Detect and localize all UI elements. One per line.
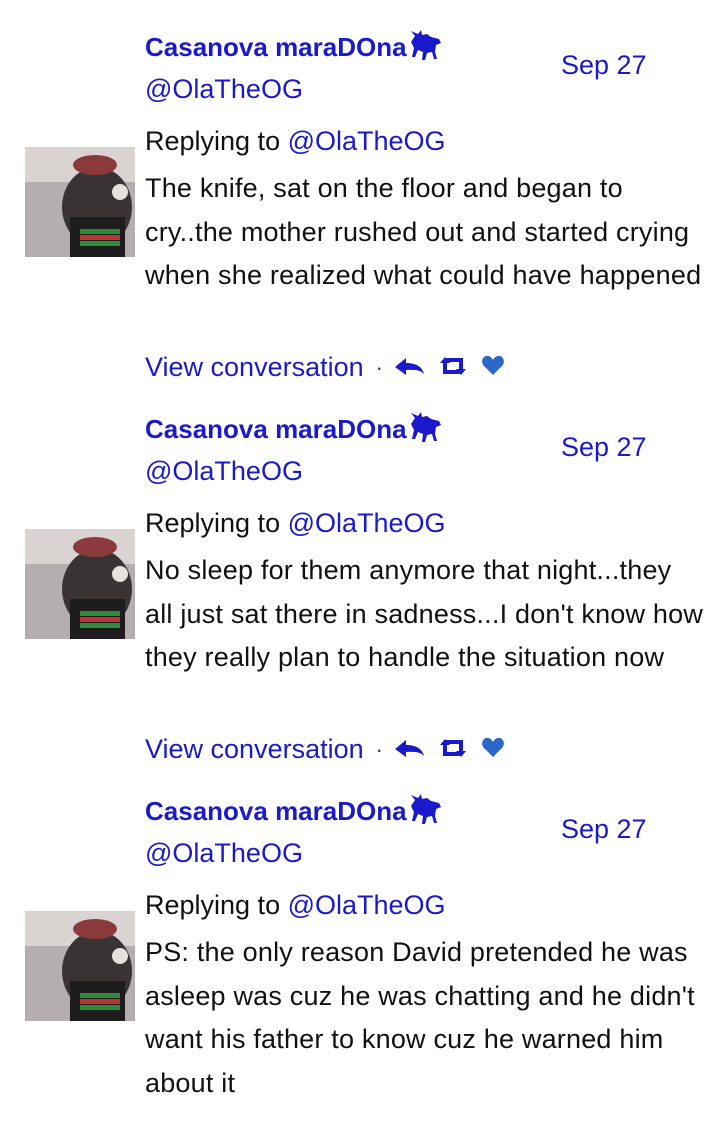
author-name[interactable]: Casanova maraDOna: [145, 30, 443, 67]
reply-icon[interactable]: [393, 734, 425, 765]
replying-label: Replying to: [145, 126, 281, 156]
avatar[interactable]: [25, 529, 135, 639]
replying-to-link[interactable]: @OlaTheOG: [288, 890, 446, 920]
tweet-actions: View conversation ·: [145, 352, 517, 383]
replying-to-link[interactable]: @OlaTheOG: [288, 508, 446, 538]
author-handle[interactable]: @OlaTheOG: [145, 456, 303, 487]
author-handle[interactable]: @OlaTheOG: [145, 74, 303, 105]
tweet-text: The knife, sat on the floor and began to…: [145, 173, 702, 290]
replying-to: Replying to @OlaTheOG: [145, 508, 446, 539]
replying-to-link[interactable]: @OlaTheOG: [288, 126, 446, 156]
goat-emoji-icon: [409, 412, 443, 449]
tweet-text: PS: the only reason David pretended he w…: [145, 937, 695, 1098]
tweet[interactable]: Casanova maraDOna @OlaTheOG Sep 27 Reply…: [0, 382, 720, 764]
tweet-date[interactable]: Sep 27: [561, 432, 647, 463]
replying-to: Replying to @OlaTheOG: [145, 890, 446, 921]
goat-emoji-icon: [409, 794, 443, 831]
tweet[interactable]: Casanova maraDOna @OlaTheOG Sep 27 Reply…: [0, 764, 720, 1146]
separator-dot: ·: [375, 736, 383, 762]
tweet[interactable]: Casanova maraDOna @OlaTheOG Sep 27 Reply…: [0, 0, 720, 382]
replying-label: Replying to: [145, 508, 281, 538]
tweet-text: No sleep for them anymore that night...t…: [145, 555, 704, 672]
avatar[interactable]: [25, 911, 135, 1021]
avatar[interactable]: [25, 147, 135, 257]
author-name[interactable]: Casanova maraDOna: [145, 412, 443, 449]
separator-dot: ·: [375, 354, 383, 380]
view-conversation-link[interactable]: View conversation: [145, 352, 364, 383]
view-conversation-link[interactable]: View conversation: [145, 734, 364, 765]
tweet-date[interactable]: Sep 27: [561, 814, 647, 845]
like-heart-icon[interactable]: [481, 352, 505, 383]
retweet-icon[interactable]: [437, 352, 469, 383]
author-handle[interactable]: @OlaTheOG: [145, 838, 303, 869]
author-name[interactable]: Casanova maraDOna: [145, 794, 443, 831]
replying-label: Replying to: [145, 890, 281, 920]
replying-to: Replying to @OlaTheOG: [145, 126, 446, 157]
goat-emoji-icon: [409, 30, 443, 67]
tweet-date[interactable]: Sep 27: [561, 50, 647, 81]
reply-icon[interactable]: [393, 352, 425, 383]
retweet-icon[interactable]: [437, 734, 469, 765]
tweet-actions: View conversation ·: [145, 734, 517, 765]
like-heart-icon[interactable]: [481, 734, 505, 765]
